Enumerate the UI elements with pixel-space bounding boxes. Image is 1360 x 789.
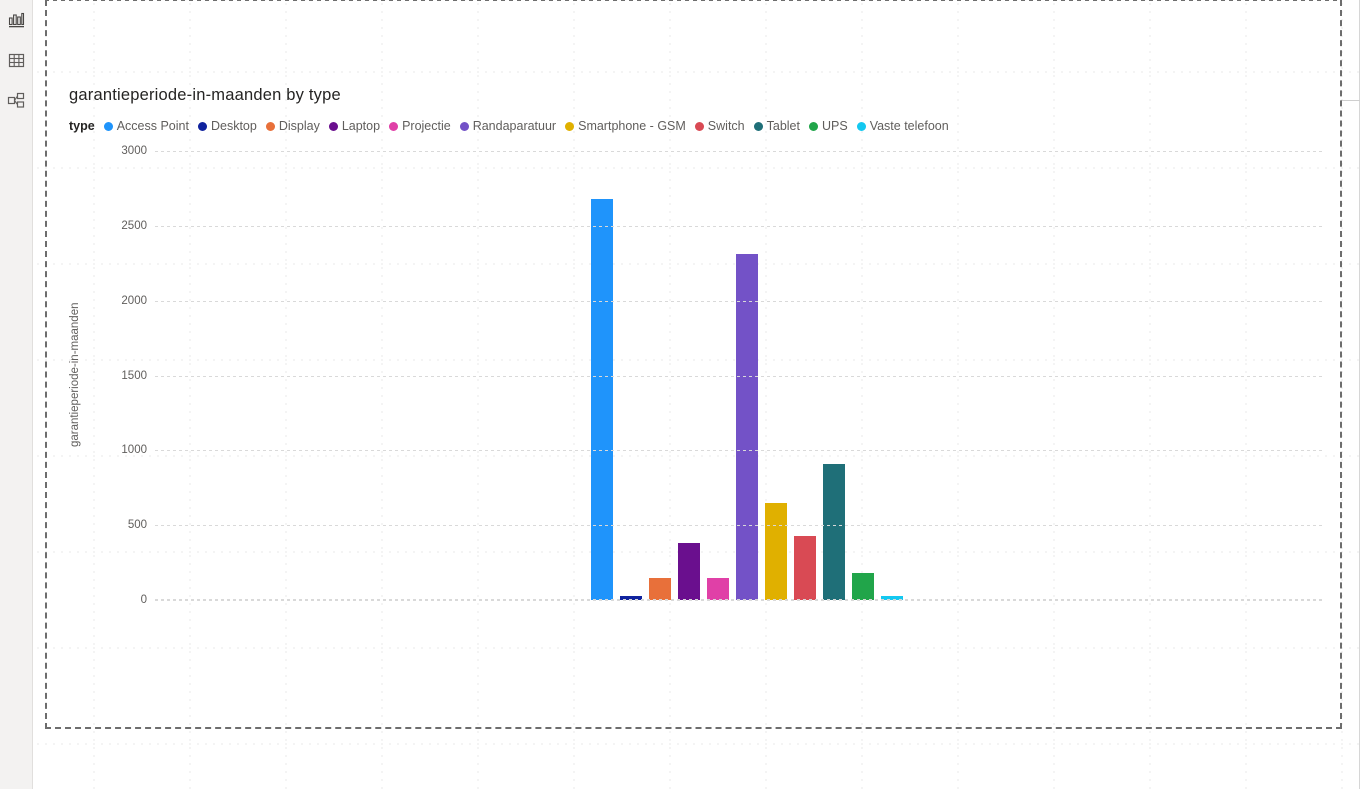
legend-swatch-icon xyxy=(565,121,575,131)
chart-area: garantieperiode-in-maanden by type type … xyxy=(47,0,1340,727)
legend-title: type xyxy=(69,119,95,133)
legend-swatch-icon xyxy=(197,121,207,131)
legend-item[interactable]: UPS xyxy=(808,119,848,133)
gridline xyxy=(155,375,1322,377)
sidebar-item-report-view[interactable] xyxy=(0,0,33,40)
legend-item[interactable]: Laptop xyxy=(328,119,381,133)
report-canvas[interactable]: garantieperiode-in-maanden by type type … xyxy=(34,0,1360,789)
legend-item-label: Access Point xyxy=(116,119,189,133)
legend-item-label: Tablet xyxy=(766,119,800,133)
legend-swatch-icon xyxy=(328,121,338,131)
legend-item[interactable]: Desktop xyxy=(197,119,257,133)
legend-item[interactable]: Access Point xyxy=(103,119,189,133)
legend-item[interactable]: Display xyxy=(265,119,320,133)
gridline xyxy=(155,151,1322,152)
bar[interactable] xyxy=(678,543,700,600)
y-axis-tick-label: 1000 xyxy=(121,444,147,457)
legend-item-label: Randaparatuur xyxy=(472,119,557,133)
plot-area: 0 500 1000 1500 2000 2500 3000 xyxy=(121,145,1322,606)
legend-swatch-icon xyxy=(389,121,399,131)
sidebar-item-data-view[interactable] xyxy=(0,40,33,80)
legend-swatch-icon xyxy=(808,121,818,131)
gridline xyxy=(155,450,1322,452)
table-grid-icon xyxy=(7,51,26,70)
gridline xyxy=(155,225,1322,227)
bar[interactable] xyxy=(649,577,671,600)
bar[interactable] xyxy=(765,502,787,600)
y-axis-tick-label: 2000 xyxy=(121,294,147,307)
bar[interactable] xyxy=(591,198,613,600)
legend-item[interactable]: Randaparatuur xyxy=(459,119,557,133)
power-bi-report-page: garantieperiode-in-maanden by type type … xyxy=(0,0,1360,789)
gridline xyxy=(155,300,1322,302)
gridline xyxy=(155,525,1322,527)
legend-item[interactable]: Tablet xyxy=(753,119,800,133)
bar[interactable] xyxy=(707,577,729,600)
legend-item[interactable]: Vaste telefoon xyxy=(856,119,949,133)
legend-swatch-icon xyxy=(459,121,469,131)
chart-title: garantieperiode-in-maanden by type xyxy=(69,86,341,104)
bar[interactable] xyxy=(823,463,845,600)
legend-item-label: Switch xyxy=(707,119,745,133)
legend-swatch-icon xyxy=(103,121,113,131)
legend-swatch-icon xyxy=(753,121,763,131)
legend-swatch-icon xyxy=(265,121,275,131)
legend-item[interactable]: Switch xyxy=(694,119,745,133)
legend-item-label: Laptop xyxy=(341,119,381,133)
y-axis-tick-label: 500 xyxy=(127,519,147,532)
view-mode-rail xyxy=(0,0,33,789)
bar[interactable] xyxy=(736,254,758,600)
y-axis-tick-label: 3000 xyxy=(121,145,147,157)
y-axis-title: garantieperiode-in-maanden xyxy=(69,302,81,448)
bar[interactable] xyxy=(794,535,816,600)
y-axis-tick-label: 1500 xyxy=(121,369,147,382)
legend-item[interactable]: Projectie xyxy=(389,119,451,133)
bar-chart-icon xyxy=(7,11,26,30)
legend-item-label: Display xyxy=(278,119,320,133)
chart-legend[interactable]: type Access Point Desktop Display Laptop Pro… xyxy=(69,119,958,133)
y-axis-tick-label: 0 xyxy=(140,594,147,606)
legend-item[interactable]: Smartphone - GSM xyxy=(565,119,686,133)
sidebar-item-model-view[interactable] xyxy=(0,80,33,120)
legend-item-label: Vaste telefoon xyxy=(869,119,949,133)
model-relationships-icon xyxy=(7,91,26,110)
legend-item-label: Projectie xyxy=(402,119,451,133)
legend-item-label: UPS xyxy=(821,119,848,133)
column-chart-visual[interactable]: garantieperiode-in-maanden by type type … xyxy=(45,0,1342,729)
legend-swatch-icon xyxy=(694,121,704,131)
gridline xyxy=(155,600,1322,601)
canvas-right-notch xyxy=(1341,100,1360,101)
bar[interactable] xyxy=(852,573,874,600)
y-axis-tick-label: 2500 xyxy=(121,219,147,232)
legend-item-label: Desktop xyxy=(210,119,257,133)
legend-item-label: Smartphone - GSM xyxy=(578,119,686,133)
legend-swatch-icon xyxy=(856,121,866,131)
